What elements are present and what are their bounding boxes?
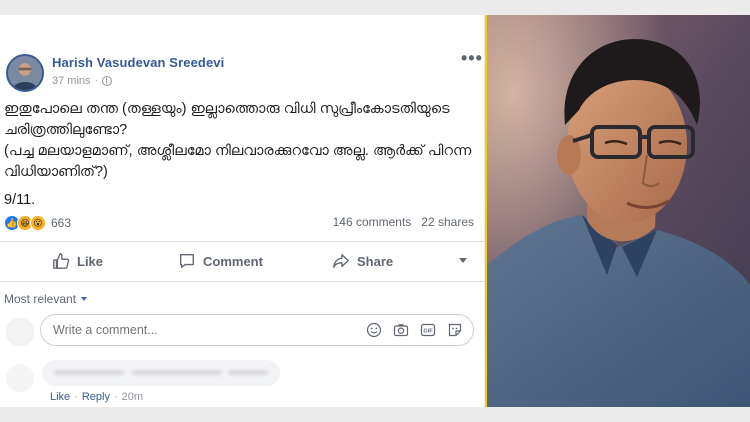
comment-meta-separator: ·: [74, 391, 78, 403]
comment-input[interactable]: [53, 323, 353, 337]
thumbs-up-icon: [53, 253, 70, 269]
svg-text:GIF: GIF: [423, 329, 433, 335]
comment-box[interactable]: GIF: [40, 314, 474, 346]
globe-icon[interactable]: [102, 76, 113, 86]
reactions-summary[interactable]: 👍 😆 😮 663: [4, 215, 71, 231]
share-label: Share: [357, 253, 394, 269]
author-name[interactable]: Harish Vasudevan Sreedevi: [52, 55, 224, 70]
comment-reply-link[interactable]: Reply: [82, 391, 110, 403]
share-button[interactable]: Share: [332, 252, 393, 270]
sort-label: Most relevant: [4, 292, 77, 306]
more-options-icon[interactable]: •••: [461, 49, 483, 67]
comment-button[interactable]: Comment: [178, 252, 263, 270]
meta-separator: ·: [94, 75, 99, 87]
divider: [0, 241, 484, 242]
reaction-count: 663: [51, 216, 72, 230]
post-actions: Like Comment Share: [0, 247, 484, 277]
post-text-paragraph-1: ഇതുപോലെ തന്ത (തള്ളയും) ഇല്ലാത്തൊരു വിധി …: [4, 101, 450, 138]
current-user-avatar: [6, 318, 34, 346]
emoji-icon[interactable]: [366, 322, 382, 338]
post-text-paragraph-3: 9/11.: [4, 192, 36, 208]
gif-icon[interactable]: GIF: [420, 322, 436, 338]
comment-tools: GIF: [366, 322, 463, 338]
post-time[interactable]: 37 mins: [52, 75, 91, 87]
wow-reaction-icon: 😮: [30, 215, 46, 231]
author-avatar[interactable]: [6, 54, 44, 92]
comment-time: 20m: [121, 391, 144, 403]
comment-like-link[interactable]: Like: [50, 391, 70, 403]
post-text-paragraph-2: (പച്ച മലയാളമാണ്, അശ്ലീലമോ നിലവാരക്കുറവോ …: [4, 143, 472, 180]
comment-meta: Like · Reply · 20m: [50, 391, 143, 403]
camera-icon[interactable]: [393, 322, 409, 338]
caret-down-icon: [81, 297, 88, 301]
commenter-avatar[interactable]: [6, 364, 34, 392]
post-meta: 37 mins ·: [52, 75, 113, 87]
comments-count[interactable]: 146 comments: [333, 215, 412, 229]
engagement-counts: 146 comments 22 shares: [333, 215, 474, 229]
comment-meta-separator: ·: [113, 391, 118, 403]
share-icon: [333, 254, 349, 268]
like-button[interactable]: Like: [52, 252, 103, 270]
shares-count[interactable]: 22 shares: [421, 215, 474, 229]
comment-sort-dropdown[interactable]: Most relevant: [4, 292, 88, 306]
sticker-icon[interactable]: [447, 322, 463, 338]
divider: [0, 281, 484, 282]
chevron-down-icon[interactable]: [459, 258, 467, 263]
blurred-comment: [42, 360, 280, 386]
like-label: Like: [77, 253, 104, 269]
comment-label: Comment: [203, 253, 263, 269]
comment-icon: [180, 254, 194, 268]
facebook-post: Harish Vasudevan Sreedevi 37 mins · ••• …: [0, 15, 484, 407]
profile-photo: [487, 15, 750, 407]
